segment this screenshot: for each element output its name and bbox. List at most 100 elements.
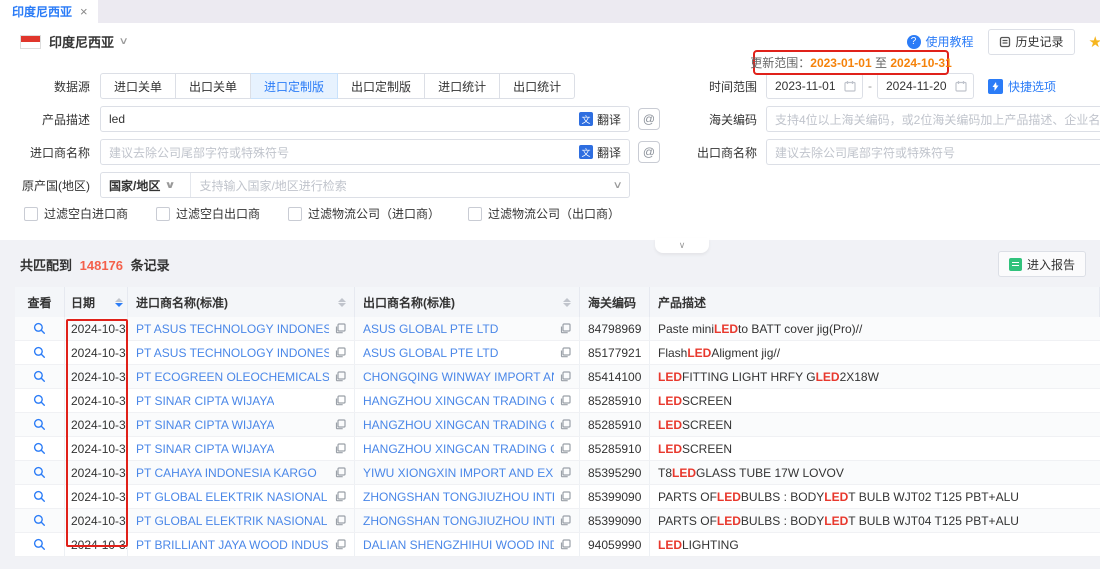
copy-icon[interactable] [329,347,346,358]
datasource-tab-进口统计[interactable]: 进口统计 [425,73,500,99]
importer-cell: PT SINAR CIPTA WIJAYA [128,437,355,460]
view-cell [15,461,65,484]
origin-select[interactable]: 国家/地区 ∨ 支持输入国家/地区进行检索 ∨ [100,172,630,198]
table-row: 2024-10-31PT SINAR CIPTA WIJAYAHANGZHOU … [15,389,1100,413]
tab-indonesia[interactable]: 印度尼西亚 × [0,0,98,23]
column-header-1[interactable]: 日期 [65,287,128,317]
copy-icon[interactable] [554,323,571,334]
favorite-star-icon[interactable]: ★ [1089,33,1100,51]
indonesia-flag-icon [20,35,41,49]
exact-match-icon[interactable]: @ [638,141,660,163]
hs-code-cell: 85414100 [580,365,650,388]
exporter-link[interactable]: ZHONGSHAN TONGJIUZHOU INTERNA... [363,514,554,528]
exporter-link[interactable]: HANGZHOU XINGCAN TRADING CO LTD [363,394,554,408]
filter-checkbox-1[interactable]: 过滤空白出口商 [156,205,260,222]
magnifier-icon[interactable] [33,490,46,503]
date-to-input[interactable]: 2024-11-20 [877,73,974,99]
copy-icon[interactable] [554,371,571,382]
hs-code-cell: 85285910 [580,437,650,460]
exporter-link[interactable]: HANGZHOU XINGCAN TRADING CO LTD [363,442,554,456]
datasource-tab-出口统计[interactable]: 出口统计 [500,73,575,99]
magnifier-icon[interactable] [33,346,46,359]
hs-code-input[interactable]: 支持4位以上海关编码，或2位海关编码加上产品描述、企业名称的任意信息 [766,106,1100,132]
filter-checkbox-2[interactable]: 过滤物流公司（进口商） [288,205,440,222]
copy-icon[interactable] [329,371,346,382]
enter-report-button[interactable]: 进入报告 [998,251,1086,277]
copy-icon[interactable] [554,539,571,550]
importer-link[interactable]: PT ASUS TECHNOLOGY INDONESIA BA... [136,346,329,360]
copy-icon[interactable] [554,443,571,454]
filter-checkbox-3[interactable]: 过滤物流公司（出口商） [468,205,620,222]
highlighted-keyword: LED [824,490,848,504]
exporter-link[interactable]: ASUS GLOBAL PTE LTD [363,322,498,336]
translate-button[interactable]: 文 翻译 [579,144,621,161]
datasource-tab-出口关单[interactable]: 出口关单 [176,73,251,99]
exporter-link[interactable]: ZHONGSHAN TONGJIUZHOU INTERNA... [363,490,554,504]
magnifier-icon[interactable] [33,370,46,383]
copy-icon[interactable] [554,491,571,502]
quick-options-link[interactable]: 快捷选项 [988,78,1056,95]
importer-link[interactable]: PT SINAR CIPTA WIJAYA [136,394,274,408]
exporter-link[interactable]: YIWU XIONGXIN IMPORT AND EXPORT... [363,466,554,480]
importer-link[interactable]: PT GLOBAL ELEKTRIK NASIONAL [136,490,327,504]
exporter-link[interactable]: DALIAN SHENGZHIHUI WOOD INDUST... [363,538,554,552]
copy-icon[interactable] [329,395,346,406]
product-desc-input[interactable]: led 文 翻译 [100,106,630,132]
origin-type-select[interactable]: 国家/地区 ∨ [101,173,191,197]
collapse-panel-button[interactable]: ∨ [655,238,709,253]
match-count: 148176 [80,258,123,273]
importer-link[interactable]: PT ECOGREEN OLEOCHEMICALS [136,370,329,384]
copy-icon[interactable] [329,419,346,430]
column-header-3[interactable]: 出口商名称(标准) [355,287,580,317]
chevron-down-icon[interactable]: ∨ [119,36,129,47]
sort-icon[interactable] [338,298,346,307]
date-from-input[interactable]: 2023-11-01 [766,73,863,99]
importer-name-input[interactable]: 建议去除公司尾部字符或特殊符号 文 翻译 [100,139,630,165]
importer-cell: PT GLOBAL ELEKTRIK NASIONAL [128,485,355,508]
datasource-tab-出口定制版[interactable]: 出口定制版 [338,73,425,99]
exact-match-icon[interactable]: @ [638,108,660,130]
close-icon[interactable]: × [80,5,88,18]
history-button[interactable]: 历史记录 [988,29,1075,55]
copy-icon[interactable] [554,347,571,358]
copy-icon[interactable] [329,467,346,478]
importer-link[interactable]: PT BRILLIANT JAYA WOOD INDUSTRY [136,538,329,552]
exporter-link[interactable]: CHONGQING WINWAY IMPORT AND E... [363,370,554,384]
importer-link[interactable]: PT CAHAYA INDONESIA KARGO [136,466,317,480]
copy-icon[interactable] [329,323,346,334]
sort-down-caret [563,303,571,307]
copy-icon[interactable] [554,419,571,430]
magnifier-icon[interactable] [33,466,46,479]
sort-up-caret [338,298,346,302]
view-cell [15,413,65,436]
copy-icon[interactable] [329,491,346,502]
magnifier-icon[interactable] [33,538,46,551]
exporter-name-input[interactable]: 建议去除公司尾部字符或特殊符号 [766,139,1100,165]
copy-icon[interactable] [554,515,571,526]
magnifier-icon[interactable] [33,418,46,431]
importer-link[interactable]: PT SINAR CIPTA WIJAYA [136,418,274,432]
magnifier-icon[interactable] [33,394,46,407]
sort-icon[interactable] [115,298,123,307]
copy-icon[interactable] [329,539,346,550]
importer-link[interactable]: PT GLOBAL ELEKTRIK NASIONAL [136,514,327,528]
highlighted-keyword: LED [658,370,682,384]
filter-checkbox-0[interactable]: 过滤空白进口商 [24,205,128,222]
tutorial-link[interactable]: ? 使用教程 [907,33,974,50]
importer-link[interactable]: PT ASUS TECHNOLOGY INDONESIA BA... [136,322,329,336]
exporter-link[interactable]: HANGZHOU XINGCAN TRADING CO LTD [363,418,554,432]
exporter-link[interactable]: ASUS GLOBAL PTE LTD [363,346,498,360]
magnifier-icon[interactable] [33,514,46,527]
importer-link[interactable]: PT SINAR CIPTA WIJAYA [136,442,274,456]
datasource-tab-进口定制版[interactable]: 进口定制版 [251,73,338,99]
column-header-2[interactable]: 进口商名称(标准) [128,287,355,317]
copy-icon[interactable] [329,443,346,454]
datasource-tab-进口关单[interactable]: 进口关单 [100,73,176,99]
magnifier-icon[interactable] [33,442,46,455]
copy-icon[interactable] [329,515,346,526]
sort-icon[interactable] [563,298,571,307]
magnifier-icon[interactable] [33,322,46,335]
copy-icon[interactable] [554,467,571,478]
copy-icon[interactable] [554,395,571,406]
translate-button[interactable]: 文 翻译 [579,111,621,128]
